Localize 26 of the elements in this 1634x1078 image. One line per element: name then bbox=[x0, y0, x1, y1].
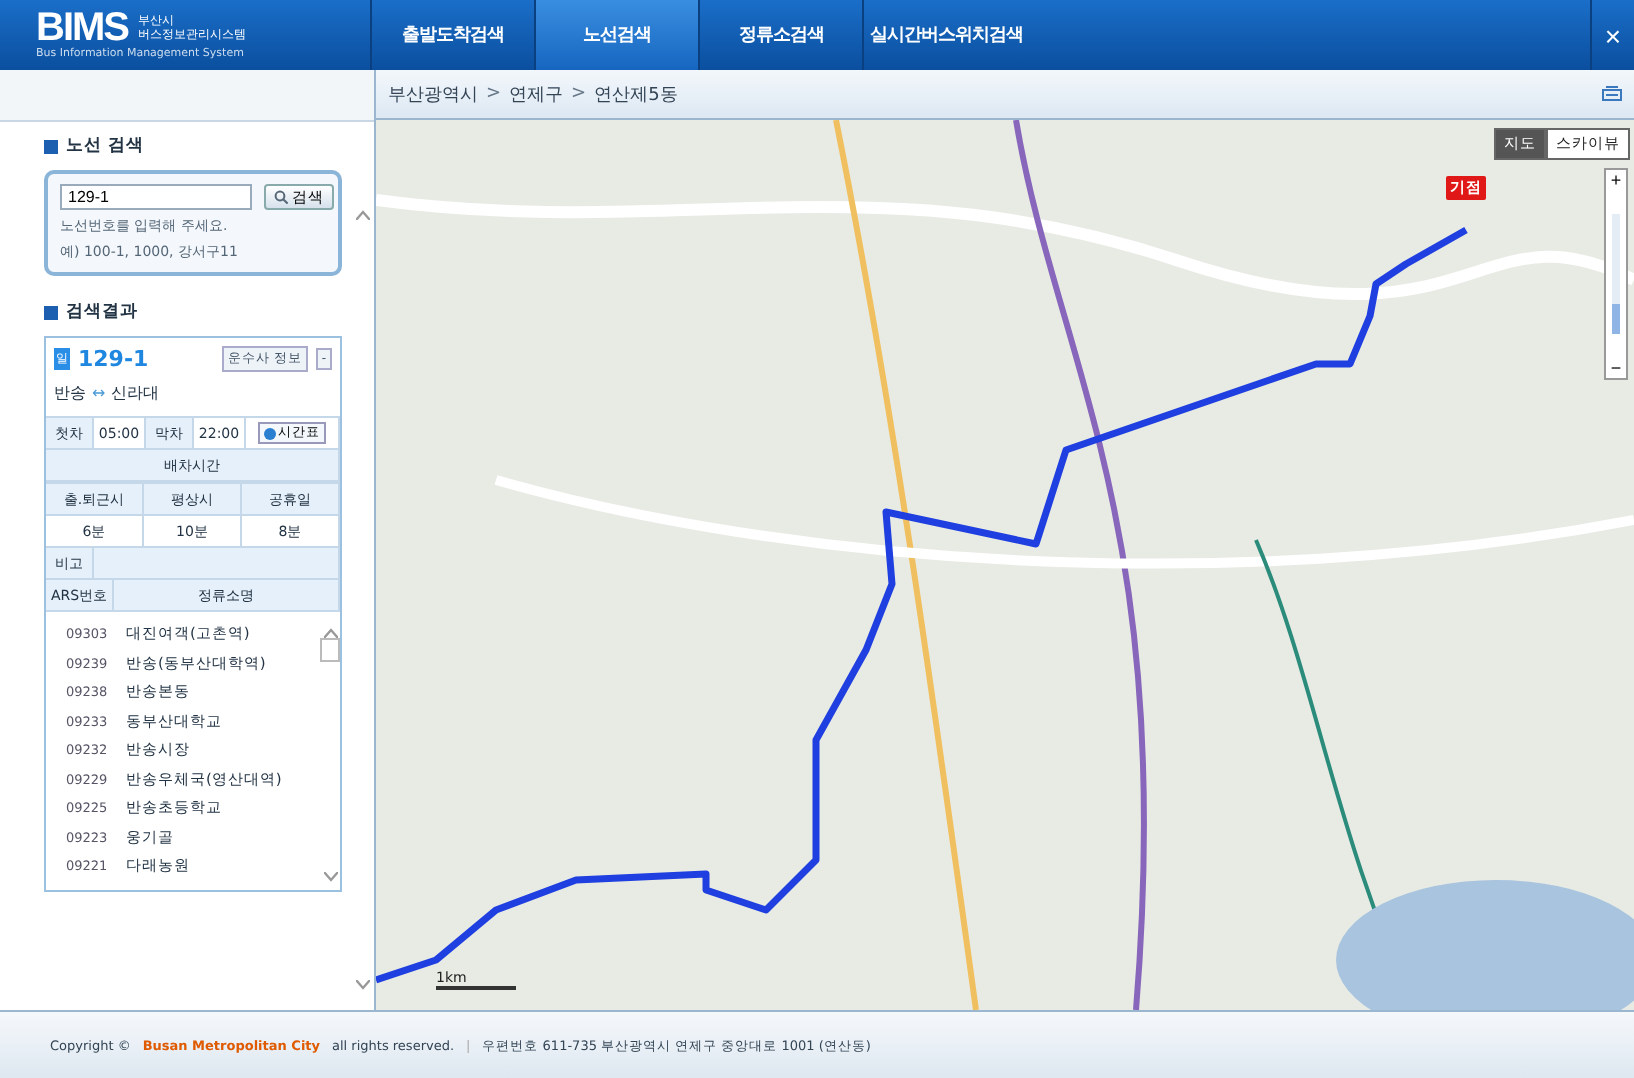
print-icon[interactable] bbox=[1602, 86, 1622, 102]
route-number: 129-1 bbox=[78, 346, 149, 372]
breadcrumb-item[interactable]: 연산제5동 bbox=[594, 81, 678, 107]
route-origin: 반송 bbox=[54, 382, 86, 404]
breadcrumb-item[interactable]: 부산광역시 bbox=[388, 81, 478, 107]
chevron-up-icon[interactable] bbox=[355, 210, 369, 220]
zoom-in-button[interactable]: + bbox=[1610, 170, 1622, 190]
route-input[interactable]: 129-1 bbox=[60, 184, 252, 210]
nav-tab[interactable]: 노선검색 bbox=[534, 0, 698, 70]
scrollbar-thumb[interactable] bbox=[320, 638, 340, 662]
section-title: 검색결과 bbox=[66, 300, 138, 324]
two-way-arrow: ↔ bbox=[92, 384, 106, 402]
zoom-out-button[interactable]: − bbox=[1610, 358, 1622, 378]
bullet-icon bbox=[44, 139, 58, 153]
breadcrumb-separator: > bbox=[486, 84, 502, 104]
search-icon bbox=[274, 190, 288, 204]
clock-icon bbox=[264, 427, 276, 439]
chevron-down-icon[interactable] bbox=[323, 872, 337, 882]
breadcrumb-item[interactable]: 연제구 bbox=[509, 81, 564, 107]
logo[interactable]: BIMS bbox=[36, 8, 128, 48]
breadcrumb-separator: > bbox=[571, 84, 587, 104]
section-title: 노선 검색 bbox=[66, 134, 144, 158]
chevron-down-icon[interactable] bbox=[355, 980, 369, 990]
bullet-icon bbox=[44, 305, 58, 319]
chevron-up-icon[interactable] bbox=[323, 628, 337, 638]
route-destination: 신라대 bbox=[111, 382, 160, 404]
